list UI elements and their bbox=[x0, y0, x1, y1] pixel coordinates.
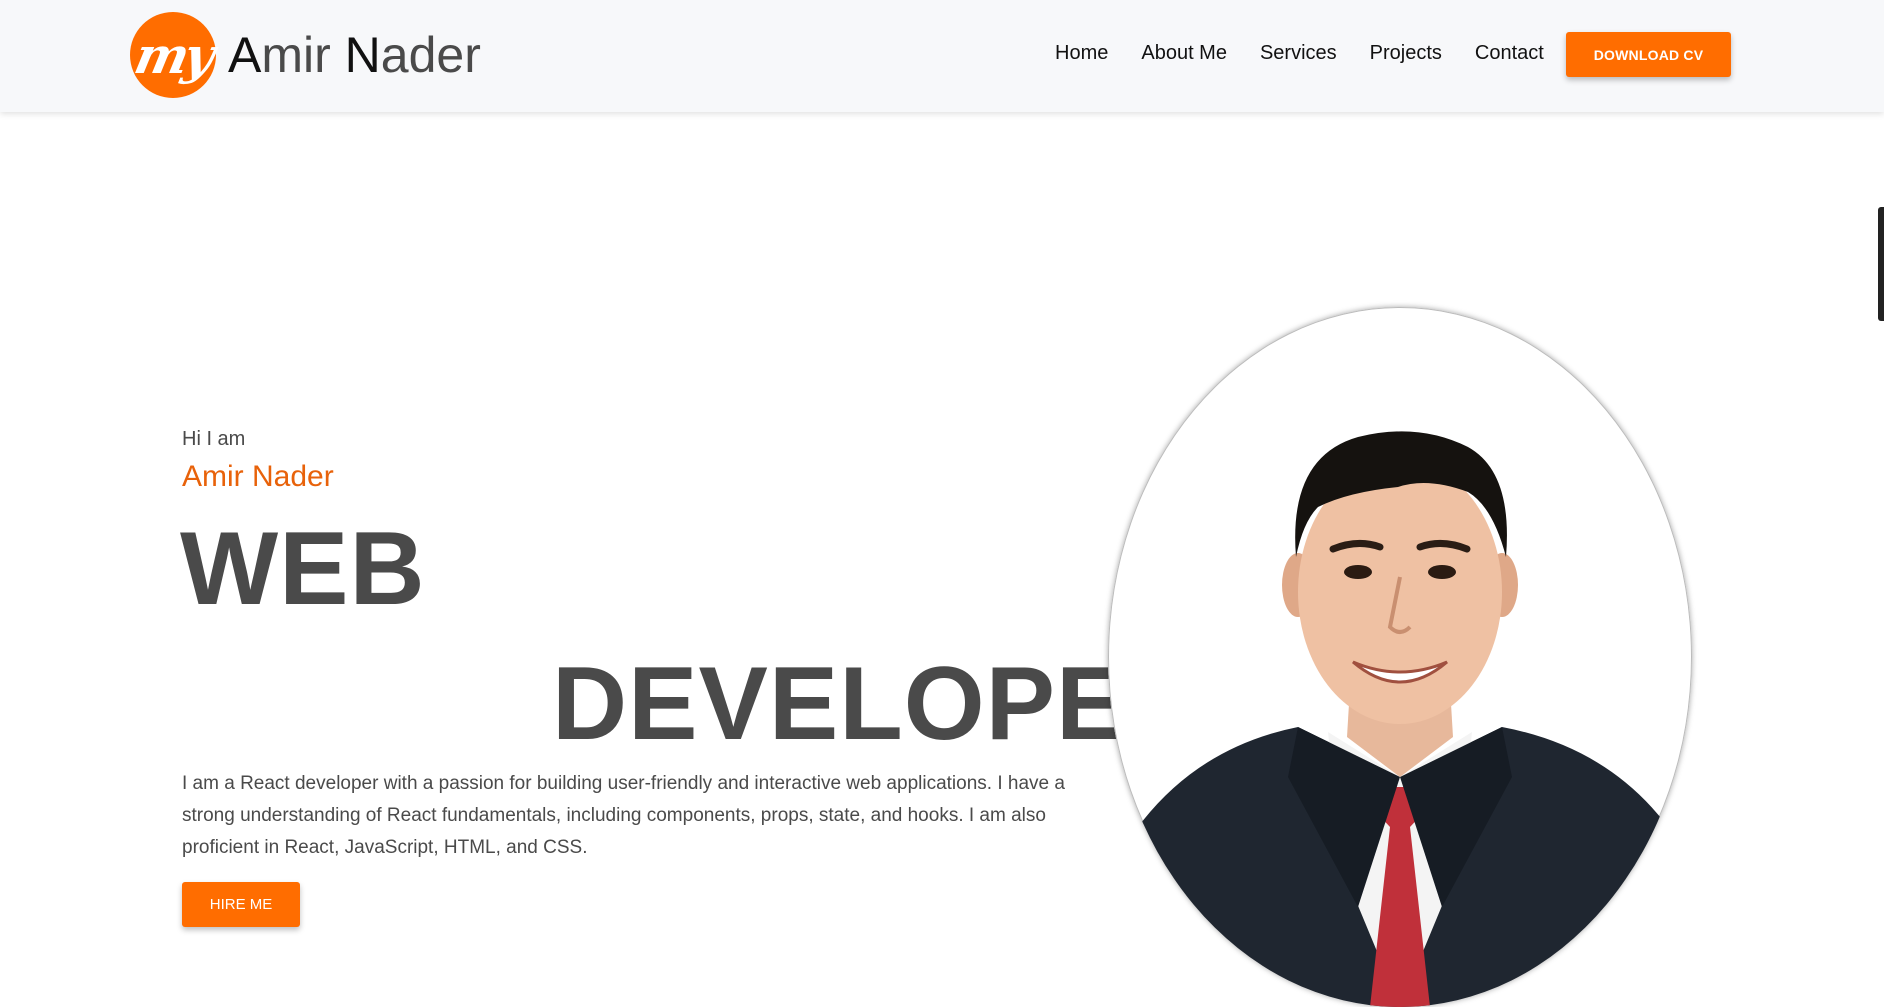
nav-projects[interactable]: Projects bbox=[1370, 42, 1442, 65]
nav-about-me[interactable]: About Me bbox=[1141, 42, 1227, 65]
profile-photo bbox=[1108, 307, 1692, 1007]
download-cv-button[interactable]: DOWNLOAD CV bbox=[1566, 32, 1731, 77]
nav-services[interactable]: Services bbox=[1260, 42, 1337, 65]
hero-title-line2: DEVELOPER bbox=[552, 646, 1203, 762]
scrollbar-thumb[interactable] bbox=[1878, 207, 1884, 321]
main-nav: Home About Me Services Projects Contact bbox=[1055, 42, 1577, 65]
hero-name: Amir Nader bbox=[182, 460, 334, 493]
hero-title-line1: WEB bbox=[180, 511, 426, 627]
nav-home[interactable]: Home bbox=[1055, 42, 1108, 65]
hire-me-button[interactable]: HIRE ME bbox=[182, 882, 300, 927]
logo-text: Amir Nader bbox=[228, 27, 481, 83]
logo-mark-icon: my bbox=[130, 12, 216, 98]
nav-contact[interactable]: Contact bbox=[1475, 42, 1544, 65]
hero-description: I am a React developer with a passion fo… bbox=[182, 773, 1065, 858]
hero-greeting: Hi I am bbox=[182, 428, 246, 450]
logo[interactable]: my Amir Nader bbox=[130, 12, 481, 98]
portrait-illustration bbox=[1108, 431, 1692, 1007]
site-header: my Amir Nader Home About Me Services Pro… bbox=[0, 0, 1884, 112]
